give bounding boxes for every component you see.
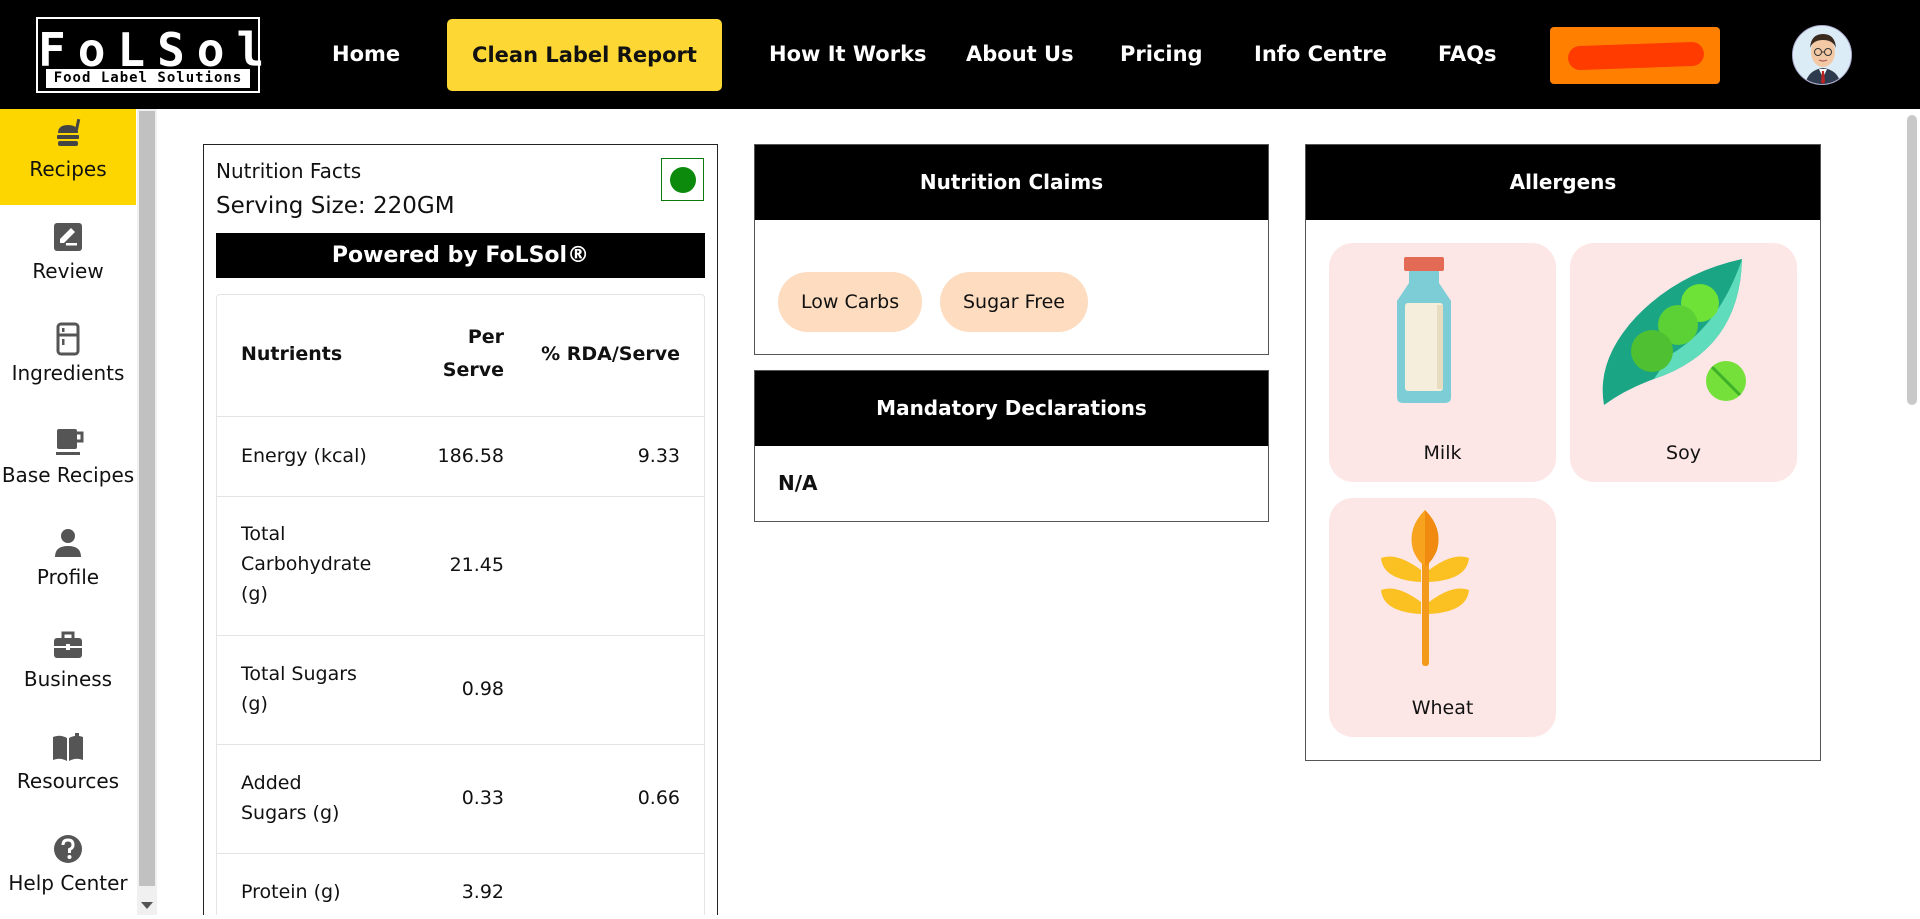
nutrient-per-serve: 3.92	[461, 881, 504, 903]
nutrient-name: Added Sugars (g)	[241, 772, 340, 824]
nutrition-claims-title: Nutrition Claims	[755, 145, 1268, 220]
sidebar-item-business[interactable]: Business	[0, 619, 136, 715]
sidebar-scrollbar[interactable]	[137, 109, 157, 915]
nav-home[interactable]: Home	[332, 38, 400, 70]
claim-badge: Sugar Free	[940, 272, 1088, 332]
help-icon	[54, 835, 82, 863]
briefcase-icon	[54, 631, 82, 658]
fridge-icon	[56, 322, 80, 356]
nav-about-us[interactable]: About Us	[966, 38, 1074, 70]
scroll-down-arrow-icon[interactable]	[141, 902, 153, 909]
allergen-label: Soy	[1666, 442, 1701, 464]
sidebar-item-profile[interactable]: Profile	[0, 517, 136, 613]
sidebar-item-ingredients[interactable]: Ingredients	[0, 313, 136, 409]
mandatory-declarations-card: Mandatory Declarations N/A	[754, 370, 1269, 522]
table-row: Total Carbohydrate (g) 21.45	[217, 497, 704, 636]
table-row: Energy (kcal) 186.58 9.33	[217, 417, 704, 497]
nutrient-rda: 9.33	[637, 445, 680, 467]
sidebar-scrollbar-thumb[interactable]	[139, 111, 155, 886]
sidebar-item-label: Business	[23, 667, 113, 691]
sidebar-item-base-recipes[interactable]: Base Recipes	[0, 415, 136, 511]
nutrition-table: Nutrients Per Serve % RDA/Serve Energy (…	[216, 294, 705, 915]
allergen-wheat: Wheat	[1329, 498, 1556, 737]
nav-clean-label-report[interactable]: Clean Label Report	[447, 19, 722, 91]
sidebar-item-label: Recipes	[29, 157, 107, 181]
powered-by-banner: Powered by FoLSol®	[216, 233, 705, 278]
nav-how-it-works[interactable]: How It Works	[769, 38, 927, 70]
header-nutrients: Nutrients	[241, 343, 343, 365]
sidebar-item-label: Resources	[16, 769, 120, 793]
wheat-icon	[1381, 510, 1469, 666]
nutrient-per-serve: 21.45	[449, 554, 504, 576]
nutrient-rda: 0.66	[637, 787, 680, 809]
folsol-logo[interactable]: FoLSol Food Label Solutions	[36, 17, 277, 93]
soy-pea-pod-icon	[1602, 259, 1746, 405]
cup-icon	[56, 429, 84, 455]
allergens-title: Allergens	[1306, 145, 1820, 220]
sidebar: Recipes Review Ingredients Base Recipes	[0, 109, 136, 915]
header-rda: % RDA/Serve	[541, 343, 680, 365]
sidebar-item-label: Ingredients	[11, 361, 125, 385]
nutrient-per-serve: 0.98	[461, 678, 504, 700]
sidebar-item-review[interactable]: Review	[0, 211, 136, 307]
book-icon	[53, 733, 83, 761]
edit-icon	[54, 223, 82, 251]
nutrient-name: Total Sugars (g)	[241, 663, 357, 715]
veg-mark-icon	[661, 158, 704, 201]
page-scrollbar-thumb[interactable]	[1907, 115, 1917, 405]
allergens-card: Allergens Milk Soy Wheat	[1305, 144, 1821, 761]
allergen-label: Milk	[1423, 442, 1462, 464]
sidebar-item-resources[interactable]: Resources	[0, 721, 136, 817]
nutrient-per-serve: 186.58	[437, 445, 504, 467]
allergen-milk: Milk	[1329, 243, 1556, 482]
sidebar-item-label: Review	[32, 259, 104, 283]
nutrient-per-serve: 0.33	[461, 787, 504, 809]
mandatory-declarations-title: Mandatory Declarations	[755, 371, 1268, 446]
logo-wordmark: FoLSol	[38, 23, 277, 77]
nutrition-facts-title: Nutrition Facts	[216, 159, 362, 183]
person-icon	[55, 529, 81, 557]
allergen-soy: Soy	[1570, 243, 1797, 482]
nav-info-centre[interactable]: Info Centre	[1254, 38, 1387, 70]
nutrient-name: Total Carbohydrate (g)	[241, 523, 372, 605]
nav-pricing[interactable]: Pricing	[1120, 38, 1203, 70]
header-per-serve-line2: Serve	[442, 359, 504, 381]
sidebar-item-recipes[interactable]: Recipes	[0, 109, 136, 205]
nav-faqs[interactable]: FAQs	[1438, 38, 1497, 70]
nutrient-name: Protein (g)	[241, 881, 341, 903]
table-row: Added Sugars (g) 0.33 0.66	[217, 745, 704, 854]
burger-icon	[57, 118, 81, 146]
nutrition-facts-panel: Nutrition Facts Serving Size: 220GM Powe…	[203, 144, 718, 915]
table-header-row: Nutrients Per Serve % RDA/Serve	[217, 295, 704, 417]
serving-size: Serving Size: 220GM	[216, 193, 455, 219]
sidebar-item-label: Help Center	[8, 871, 128, 895]
table-row: Protein (g) 3.92	[217, 854, 704, 915]
account-button[interactable]	[1550, 27, 1720, 84]
avatar-face-icon	[1793, 26, 1851, 84]
claim-badge: Low Carbs	[778, 272, 923, 332]
logo-tagline: Food Label Solutions	[46, 69, 250, 88]
table-row: Total Sugars (g) 0.98	[217, 636, 704, 745]
declarations-value: N/A	[778, 471, 818, 495]
header-per-serve-line1: Per	[467, 326, 504, 348]
redacted-scribble	[1567, 41, 1705, 71]
sidebar-item-help-center[interactable]: Help Center	[0, 823, 136, 919]
nutrient-name: Energy (kcal)	[241, 445, 367, 467]
top-navigation-bar: FoLSol Food Label Solutions Home Clean L…	[0, 0, 1920, 109]
milk-bottle-icon	[1397, 257, 1451, 403]
sidebar-item-label: Profile	[36, 565, 100, 589]
allergen-label: Wheat	[1411, 697, 1474, 719]
page-scrollbar[interactable]	[1903, 109, 1920, 915]
sidebar-item-label: Base Recipes	[1, 463, 135, 487]
user-avatar[interactable]	[1792, 25, 1852, 85]
nutrition-claims-card: Nutrition Claims Low Carbs Sugar Free	[754, 144, 1269, 355]
